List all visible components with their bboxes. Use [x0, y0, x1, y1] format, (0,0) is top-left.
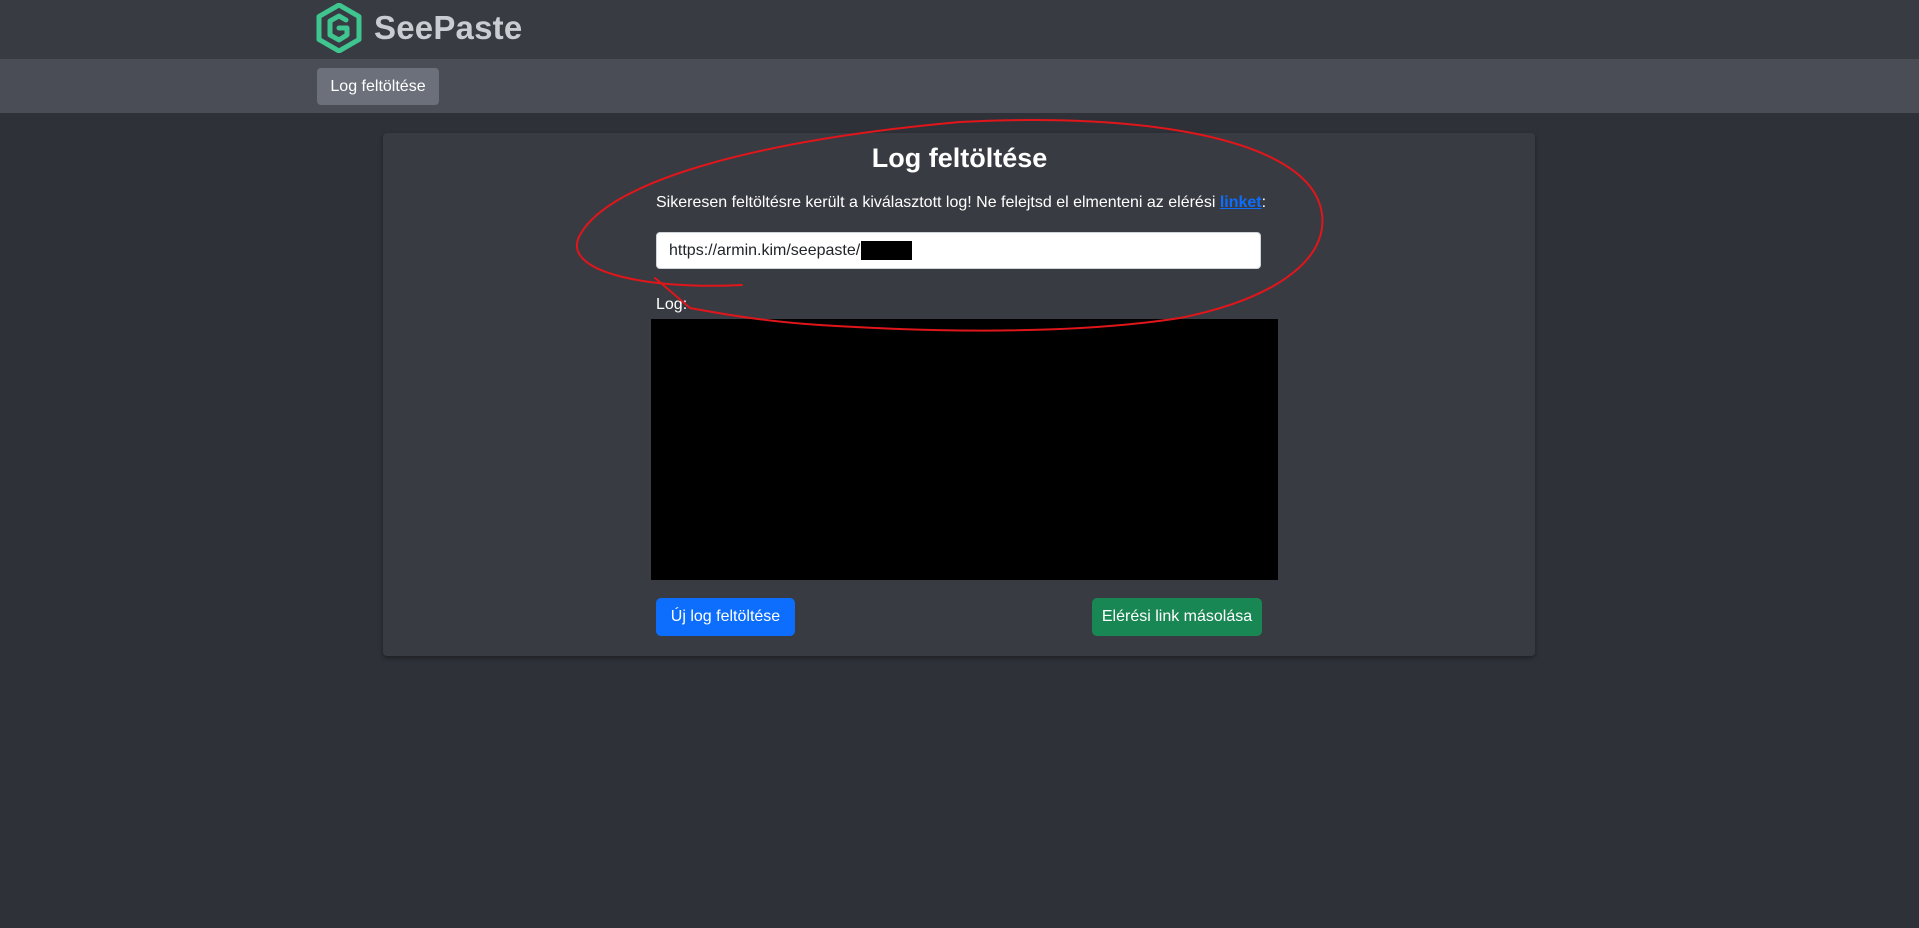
nav-bar — [0, 59, 1919, 113]
page-title: Log feltöltése — [871, 143, 1048, 173]
nav-upload-log-button[interactable]: Log feltöltése — [317, 68, 439, 105]
success-text: Sikeresen feltöltésre került a kiválaszt… — [656, 194, 1220, 211]
log-label: Log: — [656, 296, 688, 313]
log-content-redacted[interactable] — [651, 319, 1278, 580]
new-upload-button[interactable]: Új log feltöltése — [656, 598, 795, 636]
paste-link-field[interactable]: https://armin.kim/seepaste/ — [656, 232, 1261, 269]
copy-link-button[interactable]: Elérési link másolása — [1092, 598, 1262, 636]
hex-logo-icon — [316, 3, 362, 53]
redacted-link-id — [861, 241, 913, 260]
success-suffix: : — [1261, 194, 1267, 211]
paste-link-value: https://armin.kim/seepaste/ — [669, 241, 861, 259]
success-message: Sikeresen feltöltésre került a kiválaszt… — [656, 194, 1266, 212]
saved-link[interactable]: linket — [1220, 194, 1262, 211]
top-header — [0, 0, 1919, 59]
brand-name: SeePaste — [374, 9, 523, 46]
brand[interactable]: SeePaste — [316, 3, 522, 53]
